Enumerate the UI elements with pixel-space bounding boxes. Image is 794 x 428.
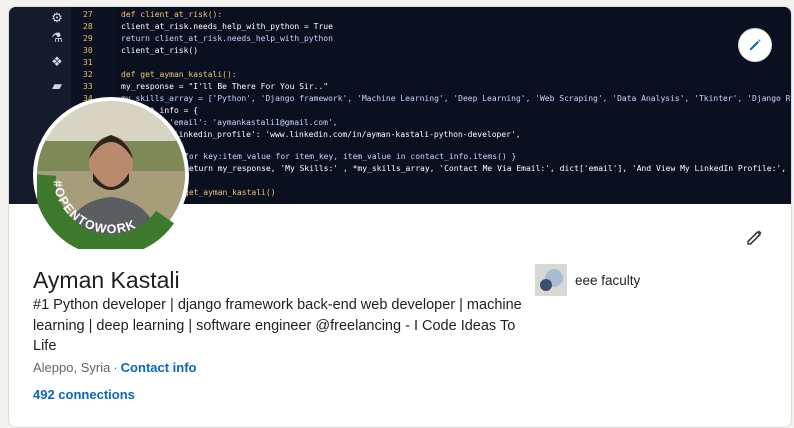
- line-number: 29: [83, 34, 93, 43]
- line-number: 30: [83, 46, 93, 55]
- line-number: 32: [83, 70, 93, 79]
- line-number: 28: [83, 22, 93, 31]
- profile-headline: #1 Python developer | django framework b…: [33, 297, 522, 354]
- school-logo-icon: [535, 264, 567, 296]
- edit-banner-button[interactable]: [739, 29, 771, 61]
- separator: ·: [113, 360, 118, 375]
- code-line: return client_at_risk.needs_help_with_py…: [121, 34, 333, 43]
- code-line: my_response = "I'll Be There For You Sir…: [121, 82, 329, 91]
- code-line: def get_ayman_kastali():: [121, 70, 237, 79]
- location-row: Aleppo, Syria · Contact info: [33, 360, 197, 375]
- debug-icon: ⚙: [51, 10, 63, 25]
- code-line: get_ayman_kastali(): [184, 188, 276, 197]
- profile-name: Ayman Kastali: [33, 267, 180, 293]
- code-line: for key:item_value for item_key, item_va…: [184, 152, 517, 161]
- connections-link[interactable]: 492 connections: [33, 387, 135, 402]
- location-text: Aleppo, Syria: [33, 360, 111, 375]
- code-line: return my_response, 'My Skills:' , *my_s…: [184, 164, 791, 173]
- flask-icon: ⚗: [51, 30, 63, 45]
- education-item[interactable]: eee faculty: [535, 264, 640, 296]
- code-line: 'email': 'aymankastali1@gmail.com',: [169, 118, 338, 127]
- line-number: 33: [83, 82, 93, 91]
- code-line: client_at_risk(): [121, 46, 199, 55]
- open-to-work-frame: #OPENTOWORK: [37, 174, 175, 249]
- education-name: eee faculty: [575, 272, 641, 288]
- docker-icon: ▰: [52, 78, 62, 93]
- pencil-icon: [747, 230, 762, 245]
- code-line: client_at_risk.needs_help_with_python = …: [121, 22, 333, 31]
- school-logo: [535, 264, 567, 296]
- code-line: def client_at_risk():: [121, 10, 223, 19]
- code-line: my_skills_array = ['Python', 'Django fra…: [121, 94, 791, 103]
- contact-info-link[interactable]: Contact info: [121, 360, 197, 375]
- edit-intro-button[interactable]: [741, 223, 769, 251]
- python-icon: ❖: [51, 54, 63, 69]
- line-number: 27: [83, 10, 93, 19]
- code-line: 'linkedin_profile': 'www.linkedin.com/in…: [169, 130, 521, 139]
- pencil-icon: [750, 39, 761, 50]
- line-number: 31: [83, 58, 93, 67]
- profile-card: ⚙ ⚗ ❖ ▰ 27 28 29 30 31 32 33 34 35 def c…: [8, 6, 792, 428]
- profile-photo[interactable]: #OPENTOWORK: [33, 97, 189, 253]
